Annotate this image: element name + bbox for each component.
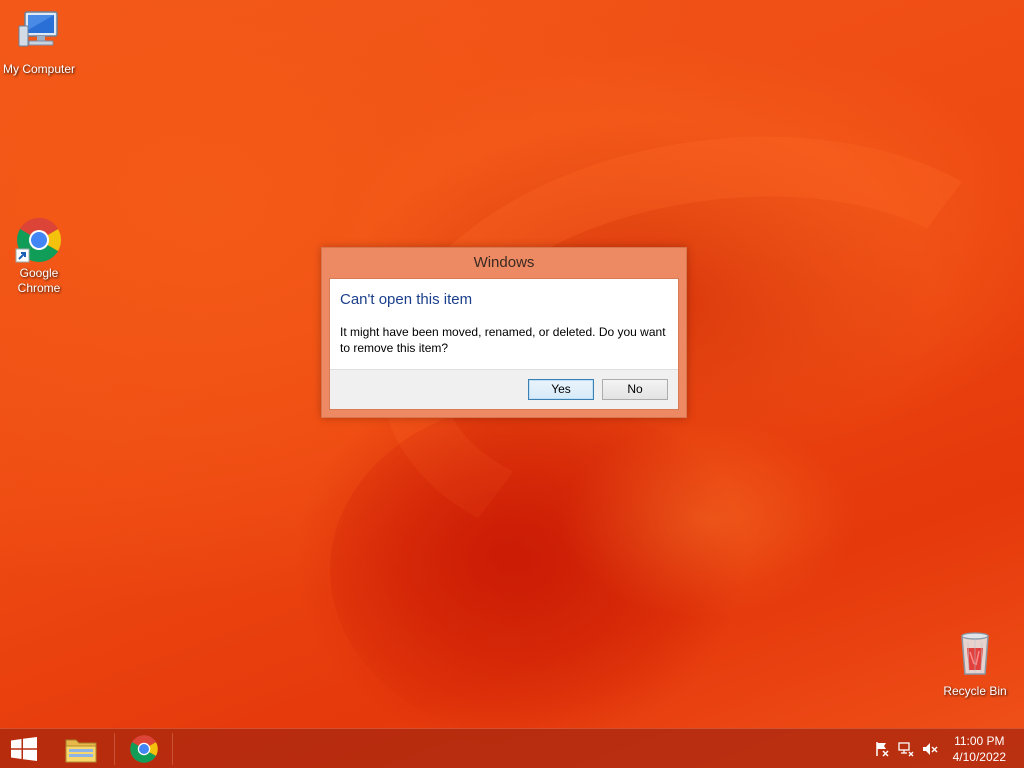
wallpaper-swirl <box>560 420 860 620</box>
desktop-icon-recycle-bin[interactable]: Recycle Bin <box>936 630 1014 699</box>
volume-muted-icon[interactable] <box>922 741 938 757</box>
dialog-client-area: Can't open this item It might have been … <box>329 278 679 410</box>
desktop-icon-label: Recycle Bin <box>943 684 1007 698</box>
action-center-flag-icon[interactable] <box>874 741 890 757</box>
computer-icon <box>0 8 78 60</box>
system-clock[interactable]: 11:00 PM 4/10/2022 <box>953 733 1006 765</box>
taskbar: 11:00 PM 4/10/2022 <box>0 728 1024 768</box>
taskbar-file-explorer[interactable] <box>56 729 106 768</box>
error-dialog: Windows Can't open this item It might ha… <box>321 247 687 418</box>
desktop-icon-label-line1: Google <box>19 266 59 280</box>
chrome-icon <box>15 216 63 264</box>
network-icon[interactable] <box>898 741 914 757</box>
no-button[interactable]: No <box>602 379 668 400</box>
clock-time: 11:00 PM <box>954 734 1005 748</box>
dialog-title[interactable]: Windows <box>322 248 686 278</box>
desktop-icon-label-line2: Chrome <box>17 281 61 295</box>
dialog-message: It might have been moved, renamed, or de… <box>340 325 666 355</box>
chrome-icon <box>129 734 159 768</box>
start-button[interactable] <box>0 729 48 768</box>
desktop: My Computer Google Chrome Recycle Bin Wi… <box>0 0 1024 768</box>
dialog-button-bar: Yes No <box>330 369 678 409</box>
taskbar-chrome[interactable] <box>120 729 170 768</box>
desktop-icon-label: My Computer <box>2 62 76 76</box>
file-explorer-icon <box>64 734 98 768</box>
dialog-heading: Can't open this item <box>340 291 473 308</box>
taskbar-separator <box>114 733 115 765</box>
wallpaper-swirl <box>330 400 750 740</box>
recycle-bin-icon <box>936 630 1014 682</box>
desktop-icon-google-chrome[interactable]: Google Chrome <box>0 216 78 296</box>
yes-button[interactable]: Yes <box>528 379 594 400</box>
clock-date: 4/10/2022 <box>952 750 1006 764</box>
desktop-icon-my-computer[interactable]: My Computer <box>0 8 78 77</box>
taskbar-separator <box>172 733 173 765</box>
windows-start-icon <box>11 737 37 766</box>
